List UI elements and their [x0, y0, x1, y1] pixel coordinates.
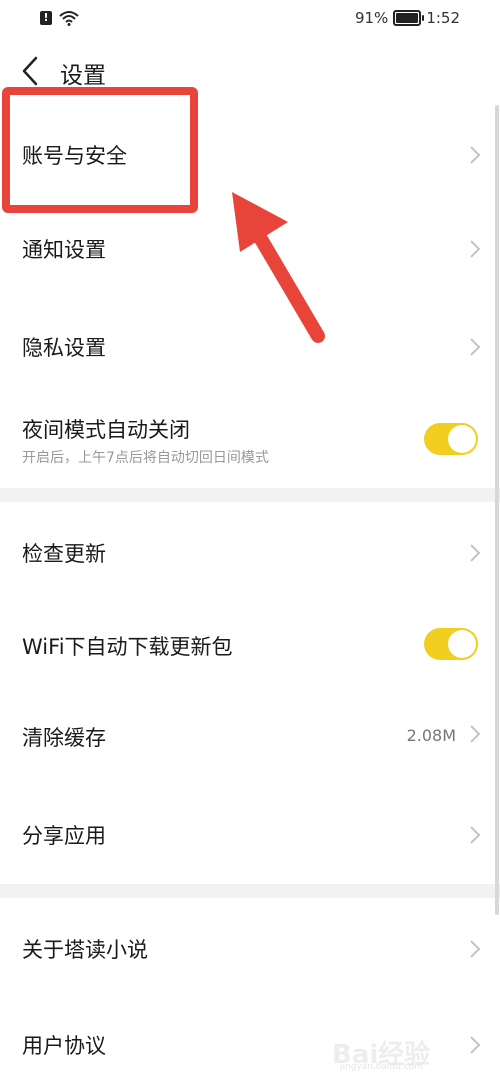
- row-check-update[interactable]: 检查更新: [0, 502, 500, 598]
- row-user-agreement-label: 用户协议: [22, 1034, 106, 1058]
- row-privacy-label: 隐私设置: [22, 336, 106, 360]
- status-time: 1:52: [426, 9, 460, 27]
- chevron-right-icon: [470, 826, 481, 844]
- battery-percent: 91%: [354, 9, 389, 27]
- battery-icon: [393, 10, 425, 26]
- row-wifi-download: WiFi下自动下载更新包: [0, 598, 500, 694]
- baidu-jingyan-watermark: Bai经验 jingyan.baidu.com: [332, 1030, 472, 1074]
- row-night-mode-sub: 开启后，上午7点后将自动切回日间模式: [22, 450, 269, 466]
- row-about[interactable]: 关于塔读小说: [0, 898, 500, 994]
- status-right: 91% 1:52: [355, 9, 460, 27]
- row-clear-cache-label: 清除缓存: [22, 726, 106, 750]
- wifi-download-toggle[interactable]: [424, 628, 478, 660]
- row-share-app-label: 分享应用: [22, 824, 106, 848]
- toggle-knob: [448, 630, 476, 658]
- row-share-app[interactable]: 分享应用: [0, 790, 500, 884]
- chevron-right-icon: [470, 338, 481, 356]
- row-wifi-download-label: WiFi下自动下载更新包: [22, 635, 233, 659]
- row-check-update-label: 检查更新: [22, 542, 106, 566]
- row-clear-cache[interactable]: 清除缓存 2.08M: [0, 694, 500, 790]
- scrollbar[interactable]: [495, 105, 499, 915]
- night-mode-toggle[interactable]: [424, 423, 478, 455]
- chevron-right-icon: [470, 146, 481, 164]
- page-title: 设置: [60, 63, 106, 89]
- chevron-right-icon: [470, 725, 481, 743]
- wifi-icon: [59, 11, 79, 26]
- row-night-mode: 夜间模式自动关闭 开启后，上午7点后将自动切回日间模式: [0, 390, 500, 488]
- row-notification-label: 通知设置: [22, 238, 106, 262]
- annotation-highlight-box: [2, 87, 198, 213]
- status-left: !: [40, 10, 80, 26]
- chevron-right-icon: [470, 240, 481, 258]
- toggle-knob: [448, 425, 476, 453]
- annotation-arrow-icon: [232, 192, 325, 343]
- alert-icon: !: [40, 11, 52, 25]
- row-night-mode-label: 夜间模式自动关闭: [22, 418, 190, 442]
- watermark-site: jingyan.baidu.com: [340, 1062, 424, 1072]
- back-button[interactable]: [14, 52, 46, 90]
- settings-section-2: 检查更新 WiFi下自动下载更新包 清除缓存 2.08M 分享应用: [0, 502, 500, 884]
- chevron-right-icon: [470, 544, 481, 562]
- chevron-left-icon: [22, 56, 38, 86]
- status-bar: ! 91% 1:52: [0, 0, 500, 40]
- chevron-right-icon: [470, 940, 481, 958]
- row-about-label: 关于塔读小说: [22, 938, 148, 962]
- cache-size-value: 2.08M: [406, 726, 456, 745]
